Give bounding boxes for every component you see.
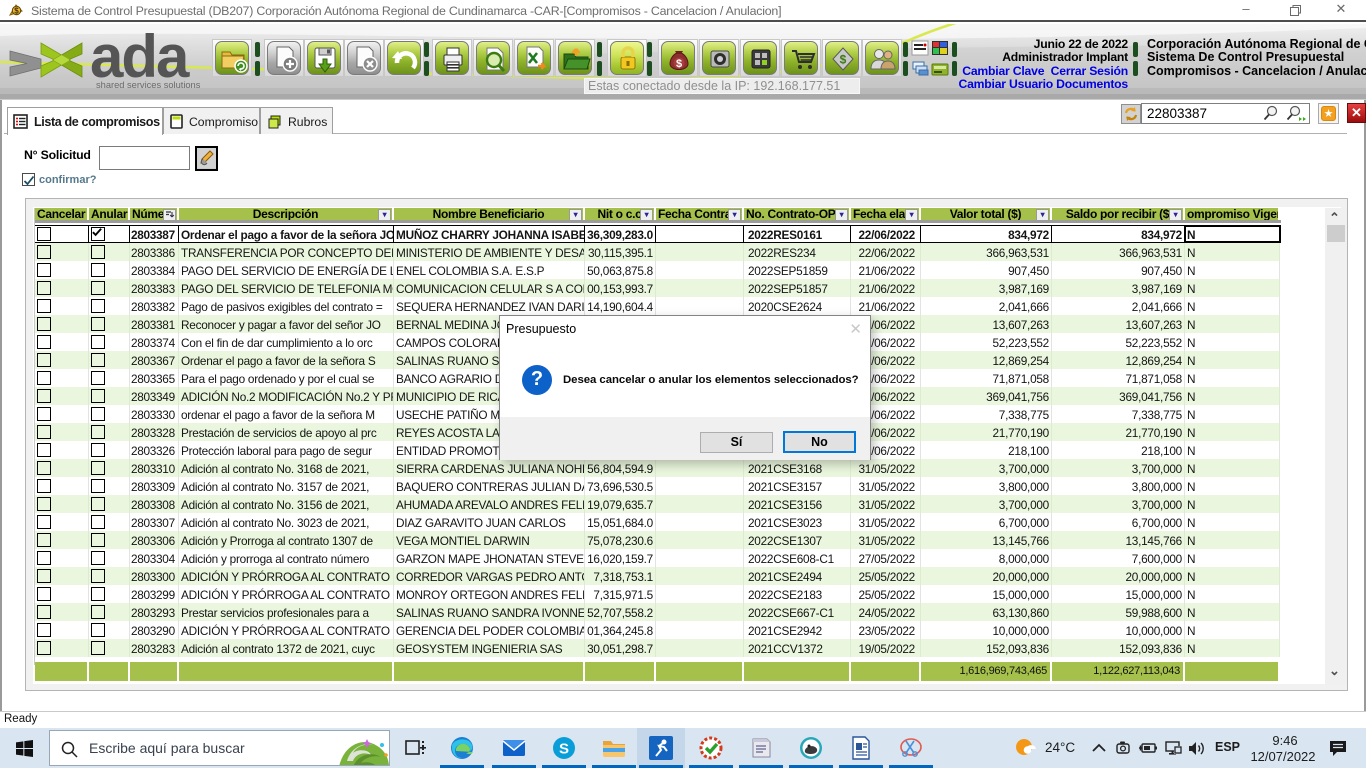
- svg-text:$: $: [840, 53, 847, 67]
- svg-text:S: S: [559, 741, 569, 758]
- svg-text:$: $: [14, 7, 19, 16]
- svg-text:shared services solutions: shared services solutions: [96, 80, 201, 90]
- svg-text:$: $: [676, 58, 682, 70]
